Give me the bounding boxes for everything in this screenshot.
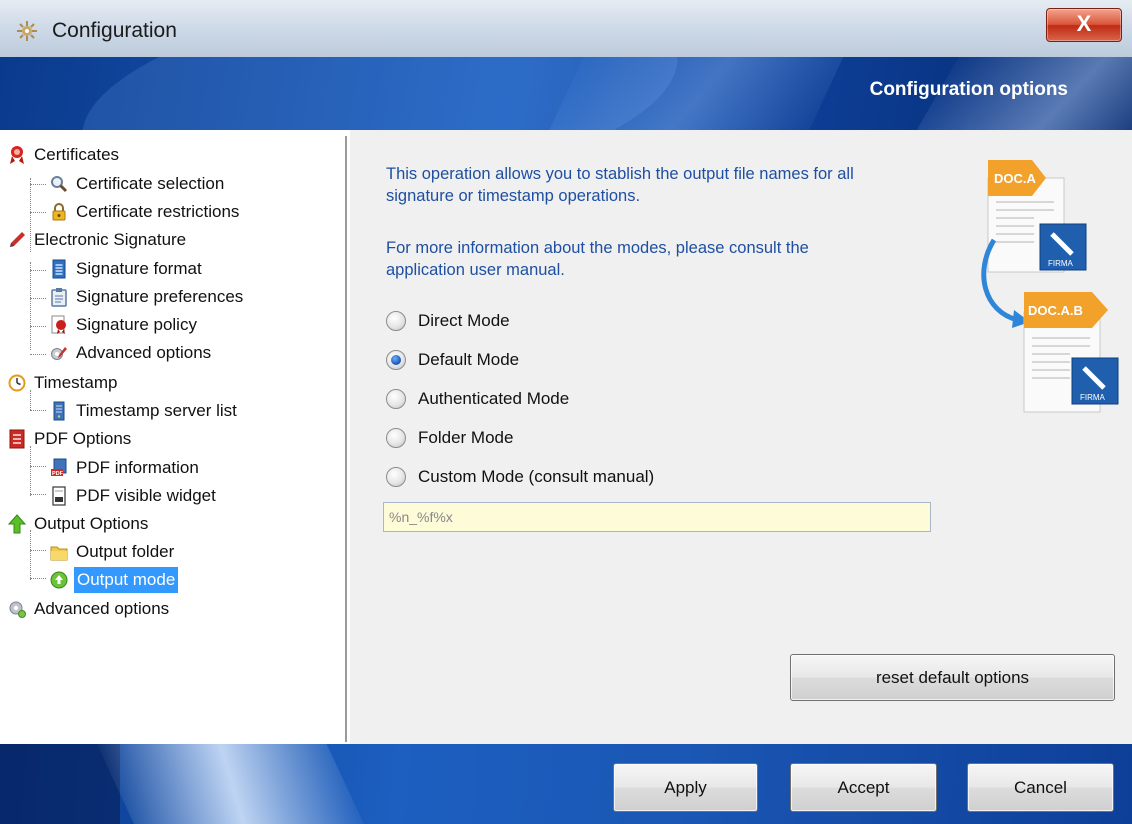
clock-icon [8, 374, 26, 392]
tree-label: Signature preferences [76, 287, 244, 306]
radio-label: Direct Mode [418, 311, 510, 330]
radio-button[interactable] [386, 389, 406, 409]
up-arrow-icon [8, 514, 26, 534]
widget-document-icon [52, 486, 66, 506]
tree-label: Timestamp [34, 373, 118, 392]
tree-label: Output mode [74, 567, 179, 593]
gears-icon [9, 601, 26, 618]
close-button[interactable]: X [1046, 8, 1122, 42]
radio-label: Authenticated Mode [418, 389, 570, 408]
tree-label: Advanced options [76, 343, 212, 362]
lock-icon [52, 203, 66, 221]
tree-label: Advanced options [34, 599, 170, 618]
window-title: Configuration [52, 19, 177, 42]
tree-label: Certificates [34, 145, 120, 164]
accept-button[interactable]: Accept [790, 763, 937, 812]
options-tree: Certificates Certificate selection Certi… [0, 130, 344, 744]
tree-label: Output Options [34, 514, 149, 533]
tree-label: Certificate selection [76, 174, 225, 193]
radio-label: Custom Mode (consult manual) [418, 467, 655, 486]
panel-divider [345, 136, 347, 742]
gear-pen-icon [51, 347, 67, 360]
tree-label: Electronic Signature [34, 230, 187, 249]
doc-ab-label: DOC.A.B [1028, 303, 1083, 318]
tree-label: PDF visible widget [76, 486, 216, 505]
tree-label: Certificate restrictions [76, 202, 240, 221]
radio-button[interactable] [386, 428, 406, 448]
tree-label: PDF Options [34, 429, 132, 448]
svg-text:PDF: PDF [52, 471, 64, 477]
pen-icon [10, 232, 25, 247]
clipboard-icon [51, 288, 67, 307]
apply-button[interactable]: Apply [613, 763, 758, 812]
pdf-file-icon: PDF [51, 458, 67, 477]
server-icon [53, 401, 65, 421]
radio-button-selected[interactable] [386, 350, 406, 370]
award-ribbon-icon [10, 146, 24, 164]
folder-icon [50, 546, 68, 561]
cancel-button[interactable]: Cancel [967, 763, 1114, 812]
tree-label: Output folder [76, 542, 175, 561]
tree-label: Timestamp server list [76, 401, 237, 420]
reset-default-options-button[interactable]: reset default options [790, 654, 1115, 701]
policy-document-icon [51, 315, 66, 334]
doc-a-label: DOC.A [994, 171, 1037, 186]
description-text: This operation allows you to stablish th… [386, 165, 854, 205]
radio-label: Default Mode [418, 350, 520, 369]
radio-button[interactable] [386, 467, 406, 487]
radio-label: Folder Mode [418, 428, 514, 447]
pdf-document-icon [9, 429, 25, 449]
header-banner: Configuration options [0, 57, 1132, 130]
radio-button[interactable] [386, 311, 406, 331]
custom-pattern-input[interactable]: %n_%f%x [383, 502, 931, 532]
tree-label: Signature policy [76, 315, 197, 334]
firma-badge-label: FIRMA [1048, 259, 1074, 268]
document-signing-illustration: DOC.A FIRMA DOC.A.B FIRMA [981, 160, 1119, 413]
gear-sparkle-icon [17, 21, 37, 41]
banner-heading: Configuration options [869, 79, 1068, 100]
manual-hint-text: For more information about the modes, pl… [386, 239, 809, 279]
document-icon [52, 259, 66, 279]
magnifier-icon [51, 176, 68, 193]
tree-label: PDF information [76, 458, 199, 477]
title-bar: Configuration X [0, 0, 1132, 57]
firma-badge-label: FIRMA [1080, 393, 1106, 402]
green-circle-arrow-icon [50, 571, 68, 589]
tree-label: Signature format [76, 259, 202, 278]
footer-bar [0, 744, 1132, 824]
